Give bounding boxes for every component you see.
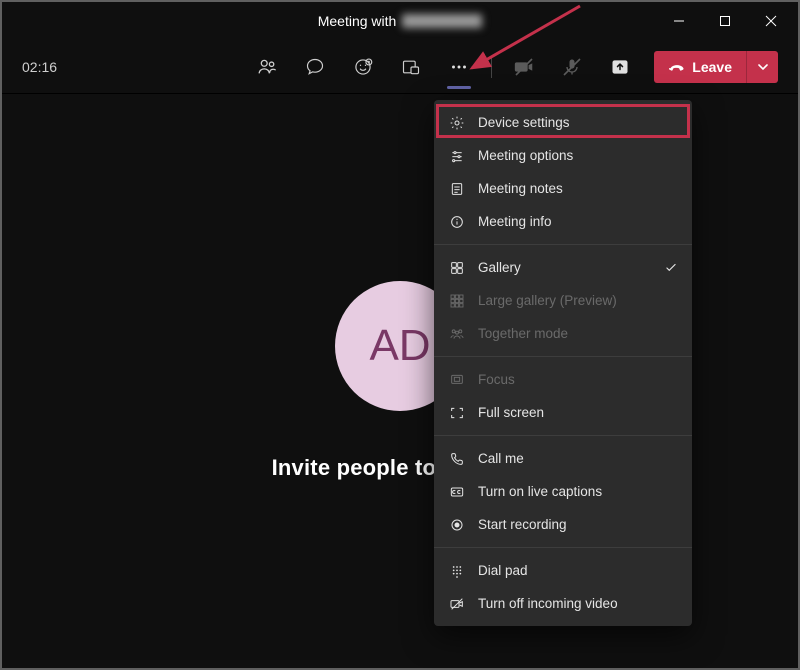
toolbar: 02:16 xyxy=(2,40,798,94)
toolbar-divider xyxy=(491,56,492,78)
leave-label: Leave xyxy=(692,59,732,75)
menu-item-label: Turn on live captions xyxy=(478,484,602,499)
menu-item-label: Device settings xyxy=(478,115,570,130)
leave-button-group: Leave xyxy=(654,51,778,83)
focus-icon xyxy=(448,372,466,388)
menu-live-captions[interactable]: Turn on live captions xyxy=(434,475,692,508)
more-actions-menu: Device settings Meeting options Meeting … xyxy=(434,100,692,626)
menu-full-screen[interactable]: Full screen xyxy=(434,396,692,429)
video-off-icon xyxy=(448,596,466,612)
large-gallery-icon xyxy=(448,293,466,309)
menu-call-me[interactable]: Call me xyxy=(434,442,692,475)
menu-item-label: Start recording xyxy=(478,517,567,532)
leave-dropdown-button[interactable] xyxy=(746,51,778,83)
menu-start-recording[interactable]: Start recording xyxy=(434,508,692,541)
menu-separator xyxy=(434,435,692,436)
window-controls xyxy=(656,2,794,40)
rooms-button[interactable] xyxy=(391,47,431,87)
menu-item-label: Dial pad xyxy=(478,563,528,578)
together-icon xyxy=(448,326,466,342)
avatar-initials: AD xyxy=(369,321,430,371)
camera-button[interactable] xyxy=(504,47,544,87)
hangup-icon xyxy=(668,58,686,76)
menu-meeting-notes[interactable]: Meeting notes xyxy=(434,172,692,205)
menu-meeting-options[interactable]: Meeting options xyxy=(434,139,692,172)
captions-icon xyxy=(448,484,466,500)
minimize-button[interactable] xyxy=(656,2,702,40)
share-button[interactable] xyxy=(600,47,640,87)
menu-large-gallery: Large gallery (Preview) xyxy=(434,284,692,317)
phone-icon xyxy=(448,451,466,467)
window-title: Meeting with xyxy=(318,13,483,29)
menu-item-label: Gallery xyxy=(478,260,521,275)
reactions-button[interactable] xyxy=(343,47,383,87)
close-button[interactable] xyxy=(748,2,794,40)
notes-icon xyxy=(448,181,466,197)
app-window: Meeting with 02:16 xyxy=(0,0,800,670)
menu-item-label: Focus xyxy=(478,372,515,387)
record-icon xyxy=(448,517,466,533)
more-actions-button[interactable] xyxy=(439,47,479,87)
leave-button[interactable]: Leave xyxy=(654,51,746,83)
info-icon xyxy=(448,214,466,230)
menu-separator xyxy=(434,547,692,548)
fullscreen-icon xyxy=(448,405,466,421)
menu-device-settings[interactable]: Device settings xyxy=(434,106,692,139)
gear-icon xyxy=(448,115,466,131)
menu-item-label: Meeting options xyxy=(478,148,573,163)
menu-focus: Focus xyxy=(434,363,692,396)
menu-item-label: Meeting info xyxy=(478,214,552,229)
dialpad-icon xyxy=(448,563,466,579)
menu-item-label: Together mode xyxy=(478,326,568,341)
titlebar: Meeting with xyxy=(2,2,798,40)
menu-dial-pad[interactable]: Dial pad xyxy=(434,554,692,587)
mic-button[interactable] xyxy=(552,47,592,87)
more-actions-underline xyxy=(447,86,471,89)
chat-button[interactable] xyxy=(295,47,335,87)
menu-item-label: Large gallery (Preview) xyxy=(478,293,617,308)
menu-meeting-info[interactable]: Meeting info xyxy=(434,205,692,238)
people-button[interactable] xyxy=(247,47,287,87)
meeting-timer: 02:16 xyxy=(22,59,57,75)
maximize-button[interactable] xyxy=(702,2,748,40)
menu-turn-off-incoming-video[interactable]: Turn off incoming video xyxy=(434,587,692,620)
menu-gallery[interactable]: Gallery xyxy=(434,251,692,284)
checkmark-icon xyxy=(664,261,678,275)
title-participant-redacted xyxy=(402,14,482,28)
menu-item-label: Full screen xyxy=(478,405,544,420)
menu-together-mode: Together mode xyxy=(434,317,692,350)
title-prefix: Meeting with xyxy=(318,13,397,29)
menu-item-label: Call me xyxy=(478,451,524,466)
menu-separator xyxy=(434,244,692,245)
menu-separator xyxy=(434,356,692,357)
gallery-icon xyxy=(448,260,466,276)
menu-item-label: Meeting notes xyxy=(478,181,563,196)
sliders-icon xyxy=(448,148,466,164)
menu-item-label: Turn off incoming video xyxy=(478,596,618,611)
